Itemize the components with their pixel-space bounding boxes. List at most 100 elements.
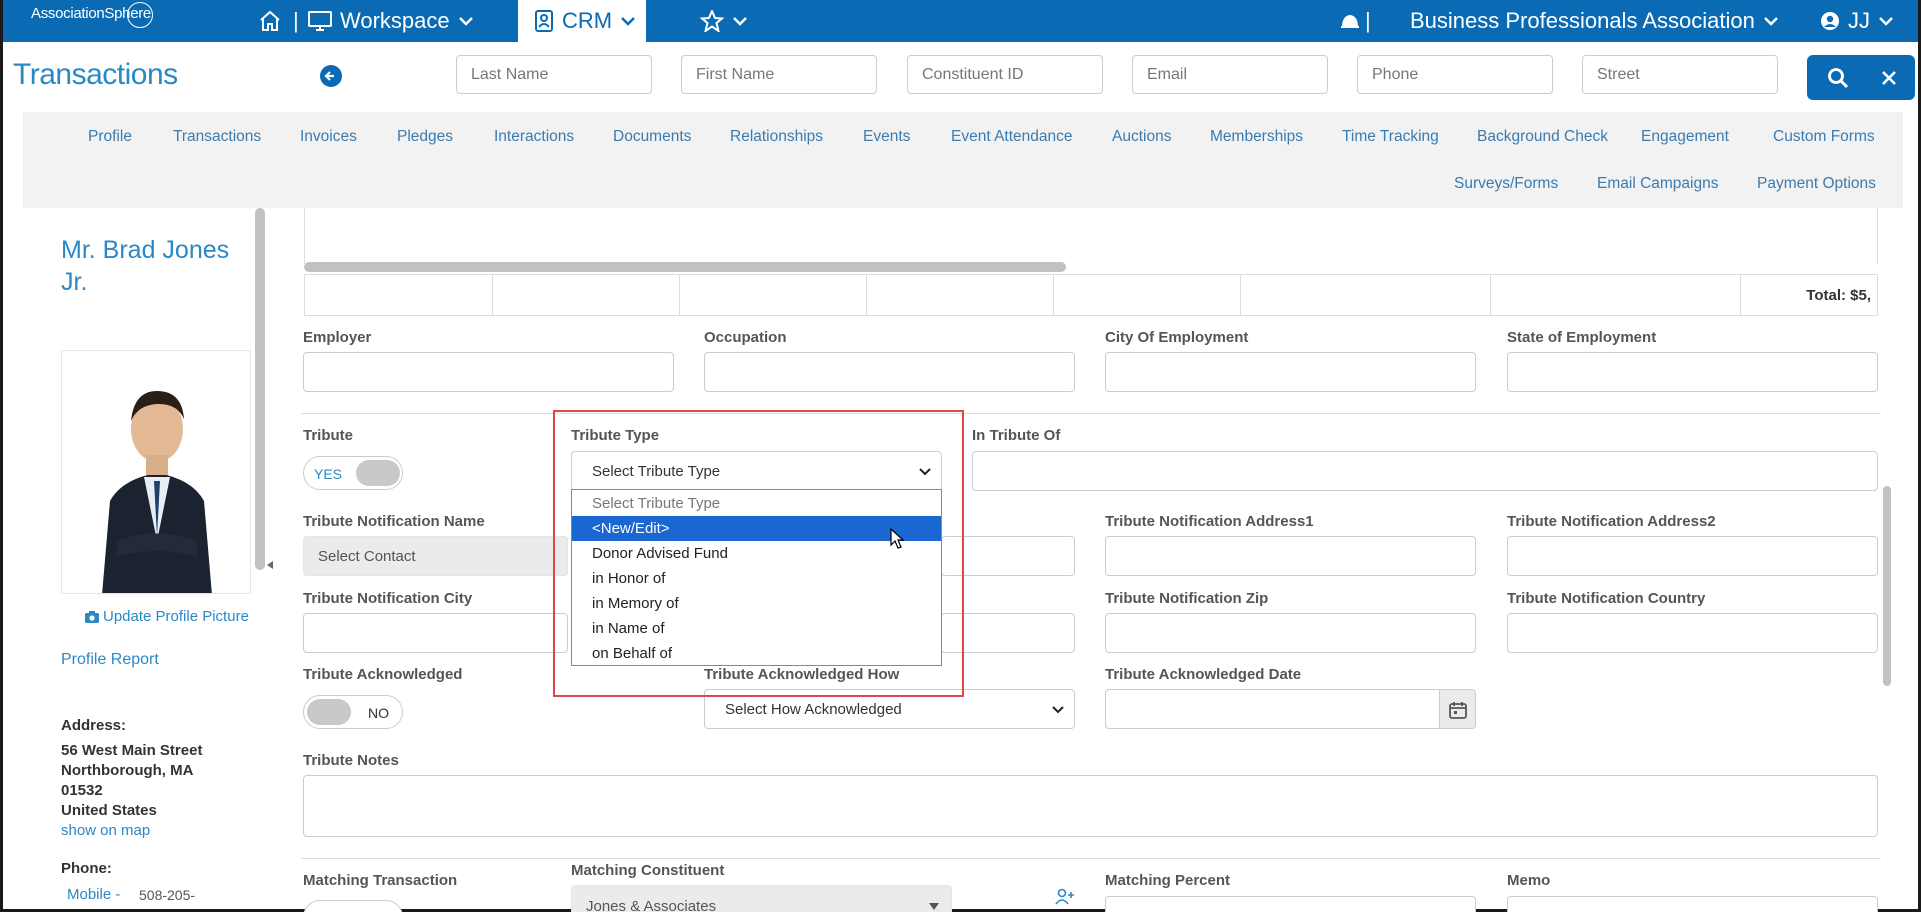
transaction-form: Total: $5, Employer Occupation City Of E… bbox=[301, 208, 1881, 912]
tab-payment-options[interactable]: Payment Options bbox=[1757, 175, 1876, 193]
last-name-input[interactable] bbox=[456, 55, 652, 94]
grid-horizontal-scrollbar[interactable] bbox=[304, 262, 1066, 272]
notes-textarea[interactable] bbox=[303, 775, 1878, 837]
search-icon[interactable] bbox=[1827, 67, 1849, 89]
notification-name-value: Select Contact bbox=[318, 548, 416, 565]
page-scrollbar[interactable] bbox=[1881, 208, 1893, 912]
back-button[interactable] bbox=[320, 65, 342, 87]
person-photo-icon bbox=[62, 351, 250, 593]
close-icon[interactable] bbox=[1881, 70, 1897, 86]
profile-report-link[interactable]: Profile Report bbox=[61, 651, 159, 669]
tab-interactions[interactable]: Interactions bbox=[494, 128, 574, 146]
tab-auctions[interactable]: Auctions bbox=[1112, 128, 1171, 146]
first-name-input[interactable] bbox=[681, 55, 877, 94]
workspace-menu[interactable]: Workspace bbox=[308, 0, 474, 42]
occupation-input[interactable] bbox=[704, 352, 1075, 392]
notification-city-label: Tribute Notification City bbox=[303, 590, 473, 607]
update-profile-picture-link[interactable]: Update Profile Picture bbox=[85, 608, 249, 625]
notification-name-select[interactable]: Select Contact bbox=[303, 536, 568, 576]
notification-address1-input[interactable] bbox=[1105, 536, 1476, 576]
tab-email-campaigns[interactable]: Email Campaigns bbox=[1597, 175, 1718, 193]
grid-divider bbox=[679, 275, 680, 315]
tab-relationships[interactable]: Relationships bbox=[730, 128, 823, 146]
profile-name: Mr. Brad Jones Jr. bbox=[61, 236, 230, 296]
tribute-toggle[interactable]: YES bbox=[303, 456, 403, 490]
matching-transaction-label: Matching Transaction bbox=[303, 872, 458, 889]
tab-event-attendance[interactable]: Event Attendance bbox=[951, 128, 1073, 146]
acknowledged-how-selected: Select How Acknowledged bbox=[725, 701, 902, 718]
notification-city-input[interactable] bbox=[303, 613, 568, 653]
tab-events[interactable]: Events bbox=[863, 128, 910, 146]
grid-total-row: Total: $5, bbox=[304, 274, 1878, 316]
update-profile-picture-text: Update Profile Picture bbox=[103, 608, 249, 625]
acknowledged-date-input[interactable] bbox=[1105, 689, 1476, 729]
city-of-employment-label: City Of Employment bbox=[1105, 329, 1249, 346]
notification-zip-input[interactable] bbox=[1105, 613, 1476, 653]
matching-constituent-select[interactable]: Jones & Associates bbox=[571, 885, 952, 912]
notification-address1-label: Tribute Notification Address1 bbox=[1105, 513, 1314, 530]
home-button[interactable] bbox=[258, 0, 282, 42]
sidebar-scrollbar[interactable] bbox=[255, 208, 265, 570]
employer-input[interactable] bbox=[303, 352, 674, 392]
app-logo[interactable]: AssociationSphere bbox=[31, 2, 153, 28]
phone-input[interactable] bbox=[1357, 55, 1553, 94]
address-line2: Northborough, MA bbox=[61, 762, 194, 779]
phone-label: Phone: bbox=[61, 860, 112, 877]
chevron-down-icon bbox=[458, 17, 473, 26]
grid-divider bbox=[1490, 275, 1491, 315]
matching-transaction-toggle[interactable] bbox=[303, 900, 403, 912]
crm-menu[interactable]: CRM bbox=[518, 0, 646, 42]
chevron-down-icon bbox=[1879, 17, 1893, 26]
tab-profile[interactable]: Profile bbox=[88, 128, 132, 146]
add-user-icon[interactable] bbox=[1055, 888, 1075, 906]
notification-address2-input[interactable] bbox=[1507, 536, 1878, 576]
date-picker-button[interactable] bbox=[1439, 690, 1475, 728]
tab-custom-forms[interactable]: Custom Forms bbox=[1773, 128, 1875, 146]
favorites-menu[interactable] bbox=[700, 0, 748, 42]
tab-documents[interactable]: Documents bbox=[613, 128, 691, 146]
chevron-down-icon bbox=[733, 17, 747, 26]
tab-background-check[interactable]: Background Check bbox=[1477, 128, 1608, 146]
constituent-id-input[interactable] bbox=[907, 55, 1103, 94]
in-tribute-of-input[interactable] bbox=[972, 451, 1878, 491]
grid-divider bbox=[492, 275, 493, 315]
page-scrollbar-thumb[interactable] bbox=[1883, 486, 1891, 686]
profile-tabs: Profile Transactions Invoices Pledges In… bbox=[23, 112, 1903, 208]
collapse-arrow-icon[interactable] bbox=[266, 560, 274, 570]
matching-percent-input[interactable] bbox=[1105, 896, 1476, 912]
notifications-button[interactable] bbox=[1339, 0, 1361, 42]
camera-icon bbox=[85, 610, 99, 623]
separator-text: | bbox=[293, 8, 299, 33]
acknowledged-toggle[interactable]: NO bbox=[303, 695, 403, 729]
phone-type: Mobile - bbox=[67, 886, 121, 903]
tab-transactions[interactable]: Transactions bbox=[173, 128, 261, 146]
notification-country-input[interactable] bbox=[1507, 613, 1878, 653]
profile-photo bbox=[61, 350, 251, 594]
user-circle-icon bbox=[1821, 12, 1839, 30]
state-of-employment-input[interactable] bbox=[1507, 352, 1878, 392]
grid-divider bbox=[866, 275, 867, 315]
show-on-map-link[interactable]: show on map bbox=[61, 822, 150, 839]
section-divider bbox=[301, 858, 1881, 859]
tab-invoices[interactable]: Invoices bbox=[300, 128, 357, 146]
tab-surveys-forms[interactable]: Surveys/Forms bbox=[1454, 175, 1558, 193]
city-of-employment-input[interactable] bbox=[1105, 352, 1476, 392]
email-input[interactable] bbox=[1132, 55, 1328, 94]
separator-text: | bbox=[1365, 8, 1371, 33]
user-initials: JJ bbox=[1848, 8, 1870, 33]
user-menu[interactable]: JJ bbox=[1820, 0, 1894, 42]
tab-time-tracking[interactable]: Time Tracking bbox=[1342, 128, 1439, 146]
organization-menu[interactable]: Business Professionals Association bbox=[1410, 0, 1779, 42]
street-input[interactable] bbox=[1582, 55, 1778, 94]
tab-pledges[interactable]: Pledges bbox=[397, 128, 453, 146]
tab-engagement[interactable]: Engagement bbox=[1641, 128, 1729, 146]
matching-constituent-value: Jones & Associates bbox=[586, 898, 717, 912]
tribute-label: Tribute bbox=[303, 427, 354, 444]
memo-input[interactable] bbox=[1507, 896, 1878, 912]
workspace-label: Workspace bbox=[340, 8, 450, 33]
tab-memberships[interactable]: Memberships bbox=[1210, 128, 1303, 146]
acknowledged-toggle-text: NO bbox=[368, 705, 389, 721]
arrow-left-icon bbox=[324, 71, 334, 81]
notification-address2-label: Tribute Notification Address2 bbox=[1507, 513, 1716, 530]
separator: | bbox=[1365, 0, 1371, 42]
